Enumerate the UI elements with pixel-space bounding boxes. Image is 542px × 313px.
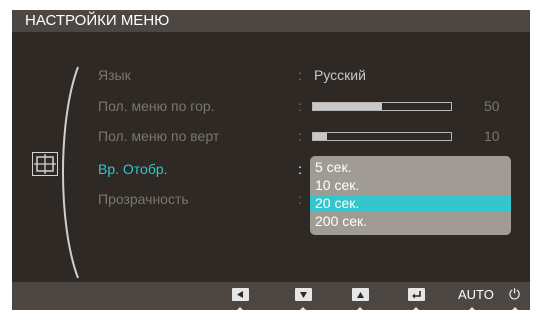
- auto-button[interactable]: AUTO: [458, 287, 494, 302]
- v-position-fill: [313, 133, 327, 140]
- menu-title: НАСТРОЙКИ МЕНЮ: [25, 12, 170, 29]
- separator: :: [298, 67, 302, 83]
- menu-item-language[interactable]: Язык: [98, 67, 131, 83]
- button-guide-bar: AUTO ⏻: [12, 282, 530, 310]
- button-marker: [300, 307, 306, 310]
- dropdown-option[interactable]: 10 сек.: [310, 177, 511, 194]
- h-position-fill: [313, 103, 382, 110]
- menu-item-display-time[interactable]: Вр. Отобр.: [98, 161, 168, 177]
- menu-item-v-position[interactable]: Пол. меню по верт: [98, 128, 219, 144]
- dropdown-option[interactable]: 5 сек.: [310, 159, 511, 176]
- power-icon[interactable]: ⏻: [509, 287, 520, 302]
- menu-item-h-position[interactable]: Пол. меню по гор.: [98, 98, 215, 114]
- osd-menu: НАСТРОЙКИ МЕНЮ Язык : Русский Пол. меню …: [12, 10, 530, 310]
- dropdown-option-selected[interactable]: 20 сек.: [310, 195, 511, 212]
- button-marker: [413, 307, 419, 310]
- v-position-slider[interactable]: [312, 132, 452, 141]
- separator: :: [298, 191, 302, 207]
- enter-icon[interactable]: [408, 288, 425, 301]
- separator: :: [298, 98, 302, 114]
- button-marker: [357, 307, 363, 310]
- button-marker: [237, 307, 243, 310]
- button-marker: [469, 307, 475, 310]
- button-marker: [512, 307, 518, 310]
- menu-item-transparency[interactable]: Прозрачность: [98, 191, 189, 207]
- left-arrow-icon[interactable]: [232, 288, 249, 301]
- screen-position-icon[interactable]: [32, 152, 58, 176]
- h-position-number: 50: [484, 98, 500, 114]
- h-position-slider[interactable]: [312, 102, 452, 111]
- separator: :: [298, 161, 302, 177]
- menu-header: НАСТРОЙКИ МЕНЮ: [12, 10, 530, 32]
- dropdown-option[interactable]: 200 сек.: [310, 213, 511, 230]
- display-time-dropdown[interactable]: 5 сек. 10 сек. 20 сек. 200 сек.: [310, 156, 511, 235]
- down-arrow-icon[interactable]: [295, 288, 312, 301]
- separator: :: [298, 128, 302, 144]
- up-arrow-icon[interactable]: [352, 288, 369, 301]
- language-value: Русский: [314, 67, 366, 83]
- v-position-number: 10: [484, 128, 500, 144]
